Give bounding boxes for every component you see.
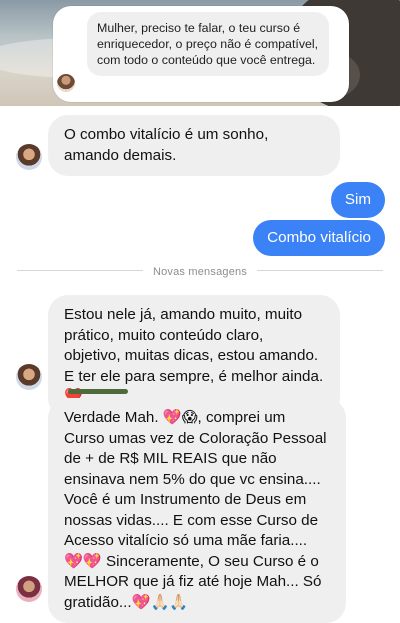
outgoing-message[interactable]: Combo vitalício [253,220,385,256]
media-preview-strip [68,389,128,394]
incoming-message[interactable]: O combo vitalício é um sonho, amando dem… [48,115,340,176]
contact-avatar-icon[interactable] [57,74,75,92]
incoming-message[interactable]: Verdade Mah. 💖😱, comprei um Curso umas v… [48,398,346,623]
new-messages-label: Novas mensagens [142,266,258,278]
contact-avatar-icon[interactable] [16,576,42,602]
contact-avatar-icon[interactable] [16,144,42,170]
replied-message-bubble: Mulher, preciso te falar, o teu curso é … [87,12,329,76]
contact-avatar-icon[interactable] [16,364,42,390]
outgoing-message[interactable]: Sim [330,182,385,218]
new-messages-divider: Novas mensagens [0,262,400,280]
